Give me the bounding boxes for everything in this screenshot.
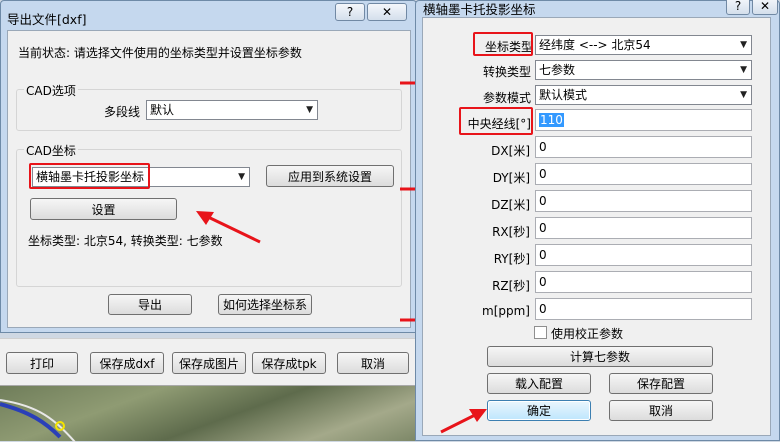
param-input-ry[interactable]: 0 bbox=[535, 244, 752, 266]
cad-coords-label: CAD坐标 bbox=[24, 142, 78, 159]
transform-type-label: 转换类型 bbox=[482, 65, 531, 79]
param-label-rx: RX[秒] bbox=[492, 225, 530, 239]
use-correction-checkbox[interactable] bbox=[534, 326, 547, 339]
param-label-ry: RY[秒] bbox=[493, 252, 530, 266]
chevron-down-icon: ▼ bbox=[740, 40, 747, 50]
save-dxf-button[interactable]: 保存成dxf bbox=[90, 352, 164, 374]
save-tpk-button[interactable]: 保存成tpk bbox=[252, 352, 326, 374]
save-image-button[interactable]: 保存成图片 bbox=[172, 352, 246, 374]
param-input-dx[interactable]: 0 bbox=[535, 136, 752, 158]
apply-to-system-button[interactable]: 应用到系统设置 bbox=[266, 165, 394, 187]
right-help-button[interactable]: ? bbox=[726, 0, 750, 15]
map-road-overlay bbox=[0, 399, 76, 442]
param-value-ry: 0 bbox=[539, 248, 547, 262]
param-label-rz: RZ[秒] bbox=[492, 279, 530, 293]
param-label-m: m[ppm] bbox=[482, 304, 530, 318]
param-input-m[interactable]: 0 bbox=[535, 298, 752, 320]
right-dialog-title: 横轴墨卡托投影坐标 bbox=[423, 2, 536, 17]
param-input-rx[interactable]: 0 bbox=[535, 217, 752, 239]
chevron-down-icon: ▼ bbox=[238, 172, 245, 182]
utm-projection-dialog: 横轴墨卡托投影坐标 ? ✕ 坐标类型 经纬度 <--> 北京54 ▼ 转换类型 … bbox=[415, 0, 780, 441]
left-close-icon[interactable]: ✕ bbox=[367, 3, 407, 21]
polyline-value: 默认 bbox=[150, 103, 175, 117]
cad-options-label: CAD选项 bbox=[24, 82, 78, 99]
left-dialog-client: 当前状态: 请选择文件使用的坐标类型并设置坐标参数 CAD选项 多段线 默认 ▼… bbox=[7, 30, 411, 328]
param-input-dz[interactable]: 0 bbox=[535, 190, 752, 212]
param-label-dx: DX[米] bbox=[491, 144, 530, 158]
annotation-highlight bbox=[473, 32, 533, 56]
param-mode-select[interactable]: 默认模式 ▼ bbox=[535, 85, 752, 105]
transform-type-select[interactable]: 七参数 ▼ bbox=[535, 60, 752, 80]
calc-seven-params-button[interactable]: 计算七参数 bbox=[487, 346, 713, 367]
chevron-down-icon: ▼ bbox=[740, 90, 747, 100]
status-text: 当前状态: 请选择文件使用的坐标类型并设置坐标参数 bbox=[18, 46, 302, 60]
export-dxf-dialog: 导出文件[dxf] ? ✕ 当前状态: 请选择文件使用的坐标类型并设置坐标参数 … bbox=[0, 0, 417, 333]
coord-type-value: 经纬度 <--> 北京54 bbox=[539, 38, 651, 52]
load-config-button[interactable]: 载入配置 bbox=[487, 373, 591, 394]
chevron-down-icon: ▼ bbox=[740, 65, 747, 75]
ok-button[interactable]: 确定 bbox=[487, 400, 591, 421]
bottom-cancel-button[interactable]: 取消 bbox=[337, 352, 409, 374]
chevron-down-icon: ▼ bbox=[306, 105, 313, 115]
settings-button[interactable]: 设置 bbox=[30, 198, 177, 220]
right-dialog-client: 坐标类型 经纬度 <--> 北京54 ▼ 转换类型 七参数 ▼ 参数模式 默认模… bbox=[422, 17, 771, 436]
use-correction-label: 使用校正参数 bbox=[551, 327, 624, 341]
coord-info-text: 坐标类型: 北京54, 转换类型: 七参数 bbox=[28, 234, 223, 248]
param-value-dz: 0 bbox=[539, 194, 547, 208]
param-value-dy: 0 bbox=[539, 167, 547, 181]
param-value-rx: 0 bbox=[539, 221, 547, 235]
polyline-label: 多段线 bbox=[104, 105, 141, 119]
right-close-icon[interactable]: ✕ bbox=[752, 0, 778, 15]
param-input-rz[interactable]: 0 bbox=[535, 271, 752, 293]
save-config-button[interactable]: 保存配置 bbox=[609, 373, 713, 394]
param-input-dy[interactable]: 0 bbox=[535, 163, 752, 185]
param-value-rz: 0 bbox=[539, 275, 547, 289]
central-meridian-input[interactable]: 110 bbox=[535, 109, 752, 131]
transform-type-value: 七参数 bbox=[539, 63, 576, 77]
annotation-arrow bbox=[440, 409, 487, 434]
howto-coord-button[interactable]: 如何选择坐标系 bbox=[218, 294, 312, 315]
param-value-m: 0 bbox=[539, 302, 547, 316]
param-mode-value: 默认模式 bbox=[539, 88, 588, 102]
right-cancel-button[interactable]: 取消 bbox=[609, 400, 713, 421]
annotation-highlight bbox=[459, 107, 533, 135]
left-help-button[interactable]: ? bbox=[335, 3, 365, 21]
param-label-dy: DY[米] bbox=[492, 171, 530, 185]
param-value-dx: 0 bbox=[539, 140, 547, 154]
print-button[interactable]: 打印 bbox=[6, 352, 78, 374]
central-meridian-value: 110 bbox=[539, 113, 564, 127]
polyline-select[interactable]: 默认 ▼ bbox=[146, 100, 318, 120]
left-dialog-title: 导出文件[dxf] bbox=[7, 12, 87, 27]
param-mode-label: 参数模式 bbox=[482, 91, 531, 105]
param-label-dz: DZ[米] bbox=[491, 198, 530, 212]
annotation-highlight bbox=[29, 163, 150, 189]
export-button[interactable]: 导出 bbox=[108, 294, 192, 315]
bottom-toolbar: 打印 保存成dxf 保存成图片 保存成tpk 取消 bbox=[0, 338, 418, 386]
coord-type-select[interactable]: 经纬度 <--> 北京54 ▼ bbox=[535, 35, 752, 55]
